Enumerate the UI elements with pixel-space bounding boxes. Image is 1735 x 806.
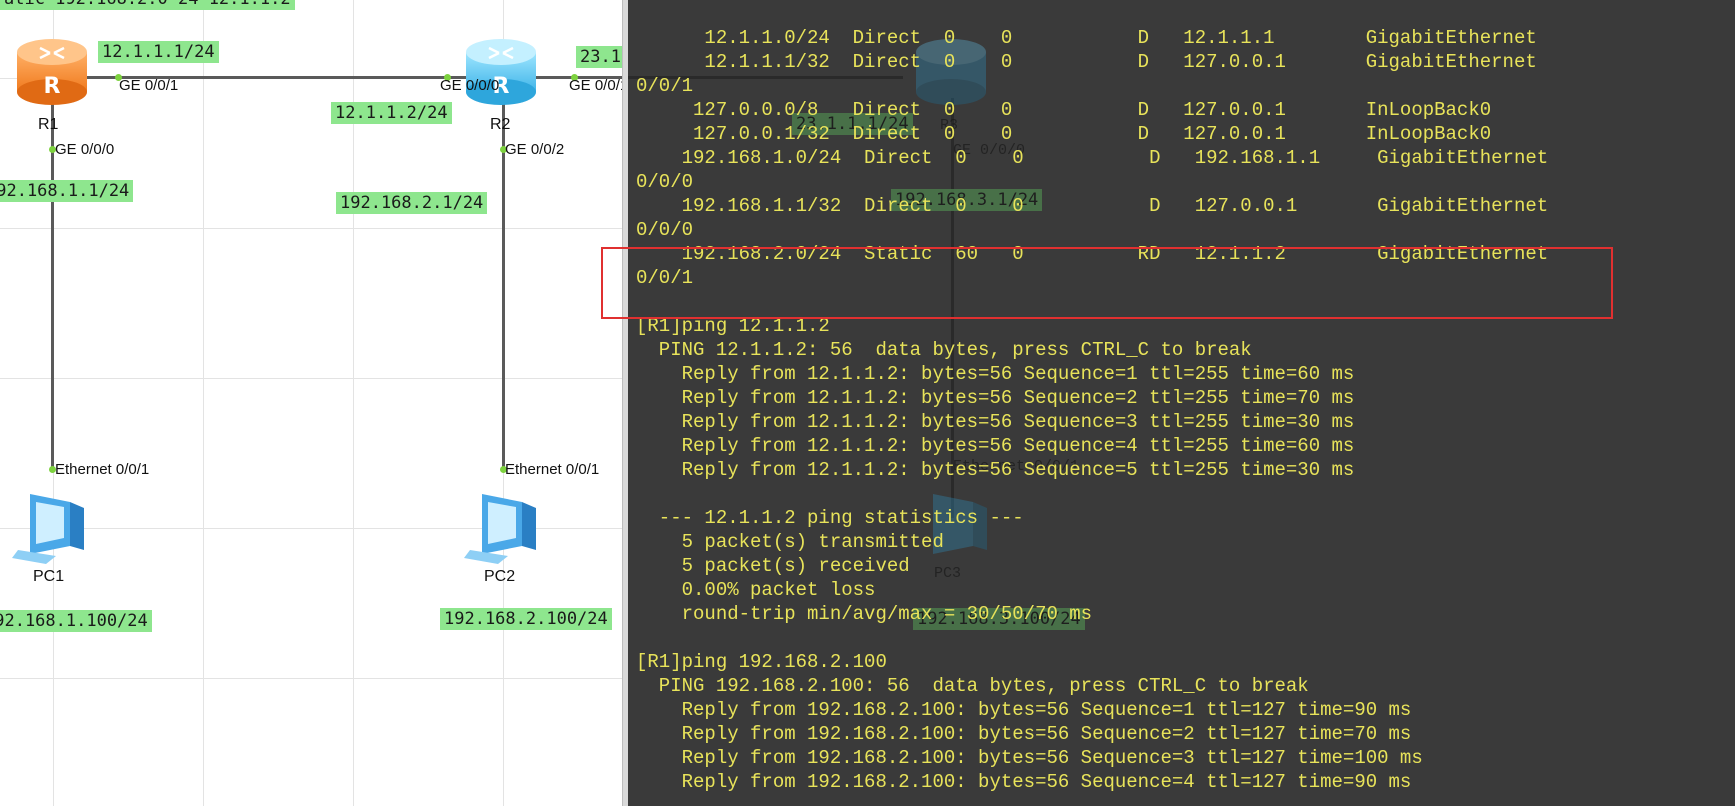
router-r1-icon[interactable]: R	[15, 38, 89, 108]
pc2-icon[interactable]	[462, 488, 542, 568]
port-label-pc2-eth: Ethernet 0/0/1	[505, 461, 600, 478]
port-label-r2-ge001: GE 0/0/1	[569, 77, 629, 94]
terminal-line: 192.168.2.0/24 Static 60 0 RD 12.1.1.2 G…	[636, 243, 1549, 265]
device-label-r1: R1	[38, 116, 59, 133]
terminal-line: PING 12.1.1.2: 56 data bytes, press CTRL…	[636, 339, 1252, 361]
ip-label-r1-ge001: 12.1.1.1/24	[98, 41, 219, 63]
terminal-line: Reply from 192.168.2.100: bytes=56 Seque…	[636, 723, 1412, 745]
terminal-line: Reply from 192.168.2.100: bytes=56 Seque…	[636, 771, 1412, 793]
terminal-line: 12.1.1.1/32 Direct 0 0 D 127.0.0.1 Gigab…	[636, 51, 1537, 73]
terminal-line: 0/0/1	[636, 75, 694, 97]
terminal-line: 0/0/1	[636, 267, 694, 289]
port-label-r1-ge001: GE 0/0/1	[119, 77, 179, 94]
terminal-line: Reply from 192.168.2.100: bytes=56 Seque…	[636, 747, 1423, 769]
terminal-line: 192.168.1.0/24 Direct 0 0 D 192.168.1.1 …	[636, 147, 1549, 169]
port-label-r2-ge000: GE 0/0/0	[440, 77, 500, 94]
device-label-pc3: PC3	[934, 565, 962, 582]
terminal-line: Reply from 12.1.1.2: bytes=56 Sequence=2…	[636, 387, 1355, 409]
terminal-line: 0.00% packet loss	[636, 579, 876, 601]
terminal-line: 5 packet(s) received	[636, 555, 910, 577]
terminal-line: 0/0/0	[636, 219, 694, 241]
terminal-line: Reply from 12.1.1.2: bytes=56 Sequence=3…	[636, 411, 1355, 433]
terminal-line: Reply from 12.1.1.2: bytes=56 Sequence=4…	[636, 435, 1355, 457]
ip-label-r1-ge000: 192.168.1.1/24	[0, 180, 134, 202]
link-r1-pc1[interactable]	[51, 98, 54, 470]
terminal-line: 192.168.1.1/32 Direct 0 0 D 127.0.0.1 Gi…	[636, 195, 1549, 217]
router-r2-icon[interactable]: R	[464, 38, 538, 108]
port-label-pc1-eth: Ethernet 0/0/1	[55, 461, 150, 478]
device-label-pc2: PC2	[484, 568, 516, 585]
terminal-line: 5 packet(s) transmitted	[636, 531, 944, 553]
terminal-line: 0/0/0	[636, 171, 694, 193]
terminal-line: Reply from 12.1.1.2: bytes=56 Sequence=1…	[636, 363, 1355, 385]
terminal-line: 127.0.0.0/8 Direct 0 0 D 127.0.0.1 InLoo…	[636, 99, 1492, 121]
terminal-line: --- 12.1.1.2 ping statistics ---	[636, 507, 1024, 529]
ip-label-pc2: 192.168.2.100/24	[440, 608, 612, 630]
terminal-line: 12.1.1.0/24 Direct 0 0 D 12.1.1.1 Gigabi…	[636, 27, 1537, 49]
terminal-line: [R1]ping 192.168.2.100	[636, 651, 887, 673]
terminal-line: round-trip min/avg/max = 30/50/70 ms	[636, 603, 1093, 625]
terminal-line: Reply from 12.1.1.2: bytes=56 Sequence=5…	[636, 459, 1355, 481]
terminal-line: 127.0.0.1/32 Direct 0 0 D 127.0.0.1 InLo…	[636, 123, 1492, 145]
terminal-line: PING 192.168.2.100: 56 data bytes, press…	[636, 675, 1309, 697]
cli-terminal-window[interactable]: R3 PC3 23.1.1.1/24 192.168.3.1/24 192.16…	[628, 0, 1735, 806]
ip-label-r2-ge000: 12.1.1.2/24	[331, 102, 452, 124]
topology-canvas[interactable]: atic 192.168.2.0 24 12.1.1.2 R R1 R R2	[0, 0, 630, 806]
device-label-r2: R2	[490, 116, 511, 133]
device-label-pc1: PC1	[33, 568, 65, 585]
terminal-line: [R1]ping 12.1.1.2	[636, 315, 830, 337]
svg-text:R: R	[44, 74, 61, 99]
port-label-r1-ge000: GE 0/0/0	[55, 141, 115, 158]
terminal-line: Reply from 192.168.2.100: bytes=56 Seque…	[636, 699, 1412, 721]
top-static-route-label: atic 192.168.2.0 24 12.1.1.2	[0, 0, 295, 10]
port-label-r2-ge002: GE 0/0/2	[505, 141, 565, 158]
ip-label-r2-ge002: 192.168.2.1/24	[336, 192, 488, 214]
pc1-icon[interactable]	[10, 488, 90, 568]
ip-label-pc1: 192.168.1.100/24	[0, 610, 152, 632]
